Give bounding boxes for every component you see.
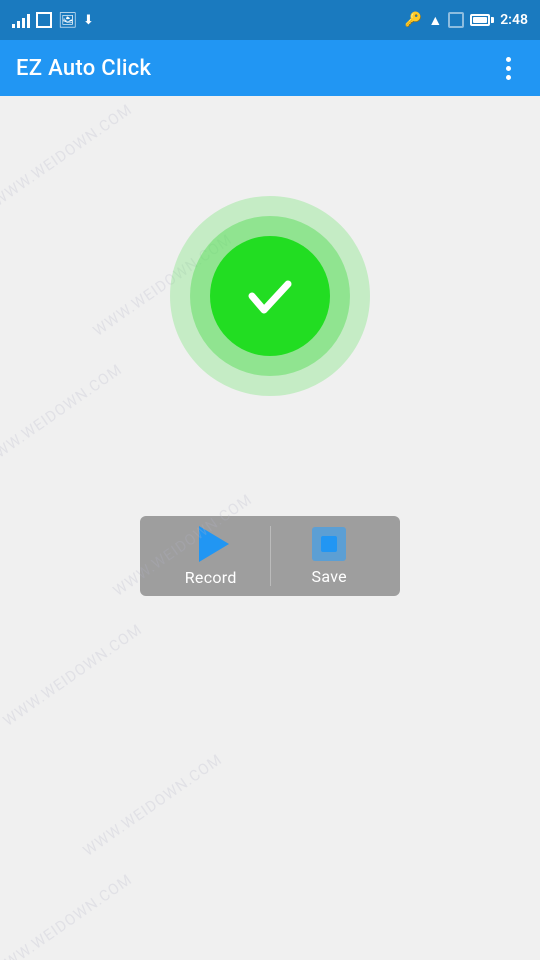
more-options-button[interactable] <box>492 52 524 84</box>
save-button[interactable]: Save <box>271 527 389 586</box>
watermark-text: WWW.WEIDOWN.COM <box>0 360 125 470</box>
sim-icon <box>448 12 464 28</box>
save-icon-inner <box>321 536 337 552</box>
status-bar: 🖼 ⬇ 🔑 ▲ 2:48 <box>0 0 540 40</box>
signal-icon <box>12 12 30 28</box>
record-label: Record <box>185 568 237 587</box>
save-label: Save <box>312 567 347 586</box>
status-bar-right-icons: 🔑 ▲ 2:48 <box>405 12 528 29</box>
more-dot-3 <box>506 75 511 80</box>
vpn-key-icon: 🔑 <box>405 12 422 28</box>
more-dot-1 <box>506 57 511 62</box>
status-bar-left-icons: 🖼 ⬇ <box>12 11 94 29</box>
watermark-text: WWW.WEIDOWN.COM <box>0 620 145 730</box>
app-toolbar: EZ Auto Click <box>0 40 540 96</box>
screen-record-icon <box>36 12 52 28</box>
watermark-text: WWW.WEIDOWN.COM <box>0 870 135 960</box>
action-button-row: Record Save <box>140 516 400 596</box>
download-icon: ⬇ <box>83 13 94 28</box>
main-content: WWW.WEIDOWN.COM WWW.WEIDOWN.COM WWW.WEID… <box>0 96 540 960</box>
more-dot-2 <box>506 66 511 71</box>
battery-icon <box>470 14 494 26</box>
clock: 2:48 <box>500 12 528 28</box>
record-button[interactable]: Record <box>152 526 270 587</box>
checkmark-icon <box>240 266 300 326</box>
wifi-icon: ▲ <box>428 12 442 29</box>
app-title: EZ Auto Click <box>16 56 151 81</box>
gallery-icon: 🖼 <box>58 11 77 29</box>
watermark-text: WWW.WEIDOWN.COM <box>0 100 135 210</box>
play-icon <box>199 526 229 562</box>
success-indicator <box>170 196 370 396</box>
watermark-text: WWW.WEIDOWN.COM <box>80 750 226 860</box>
inner-circle <box>210 236 330 356</box>
save-icon <box>312 527 346 561</box>
